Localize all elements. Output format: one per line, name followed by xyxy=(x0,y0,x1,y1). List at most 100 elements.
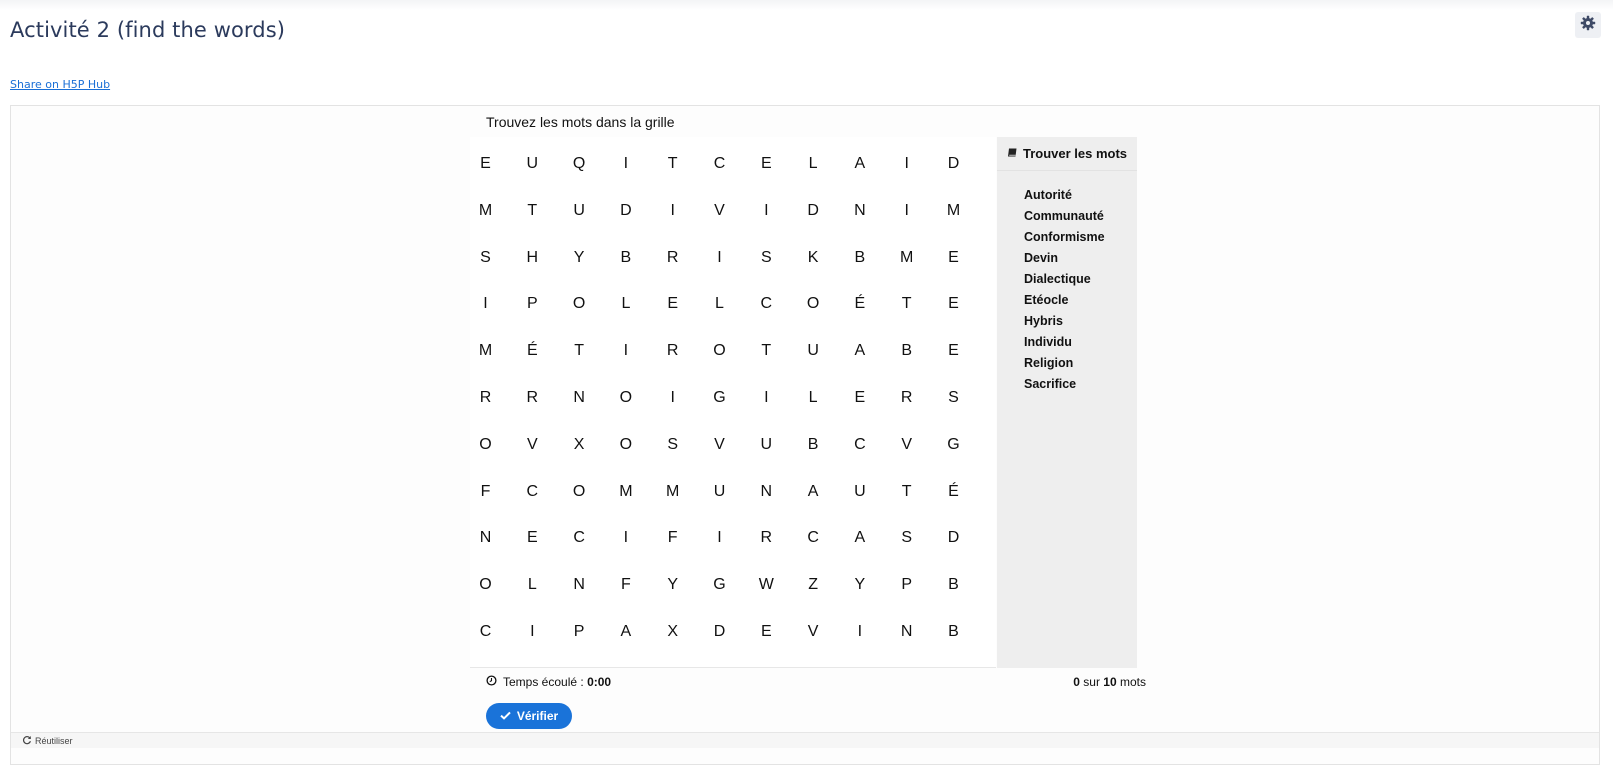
reuse-button[interactable]: Réutiliser xyxy=(22,735,73,747)
grid-cell[interactable]: R xyxy=(746,523,786,553)
grid-cell[interactable]: I xyxy=(606,336,646,366)
grid-cell[interactable]: M xyxy=(653,477,693,507)
grid-cell[interactable]: B xyxy=(934,617,974,647)
grid-cell[interactable]: A xyxy=(840,336,880,366)
grid-cell[interactable]: Z xyxy=(793,570,833,600)
grid-cell[interactable]: I xyxy=(887,149,927,179)
grid-cell[interactable]: O xyxy=(606,430,646,460)
grid-cell[interactable]: Y xyxy=(840,570,880,600)
grid-cell[interactable]: I xyxy=(887,196,927,226)
grid-cell[interactable]: A xyxy=(840,523,880,553)
grid-cell[interactable]: F xyxy=(606,570,646,600)
grid-cell[interactable]: O xyxy=(559,289,599,319)
grid-cell[interactable]: V xyxy=(700,196,740,226)
grid-cell[interactable]: P xyxy=(887,570,927,600)
grid-cell[interactable]: V xyxy=(512,430,552,460)
grid-cell[interactable]: P xyxy=(559,617,599,647)
grid-cell[interactable]: Q xyxy=(559,149,599,179)
share-on-h5p-hub-link[interactable]: Share on H5P Hub xyxy=(10,78,110,91)
grid-cell[interactable]: N xyxy=(840,196,880,226)
grid-cell[interactable]: É xyxy=(934,477,974,507)
grid-cell[interactable]: O xyxy=(700,336,740,366)
grid-cell[interactable]: T xyxy=(512,196,552,226)
grid-cell[interactable]: S xyxy=(746,243,786,273)
check-button[interactable]: Vérifier xyxy=(486,703,572,729)
grid-cell[interactable]: X xyxy=(653,617,693,647)
grid-cell[interactable]: G xyxy=(700,570,740,600)
grid-cell[interactable]: C xyxy=(793,523,833,553)
grid-cell[interactable]: É xyxy=(512,336,552,366)
grid-cell[interactable]: R xyxy=(512,383,552,413)
grid-cell[interactable]: M xyxy=(934,196,974,226)
grid-cell[interactable]: O xyxy=(466,570,506,600)
grid-cell[interactable]: V xyxy=(793,617,833,647)
grid-cell[interactable]: I xyxy=(466,289,506,319)
grid-cell[interactable]: I xyxy=(512,617,552,647)
grid-cell[interactable]: V xyxy=(700,430,740,460)
grid-cell[interactable]: O xyxy=(559,477,599,507)
grid-cell[interactable]: D xyxy=(606,196,646,226)
grid-cell[interactable]: E xyxy=(512,523,552,553)
grid-cell[interactable]: É xyxy=(840,289,880,319)
grid-cell[interactable]: C xyxy=(700,149,740,179)
grid-cell[interactable]: B xyxy=(934,570,974,600)
grid-cell[interactable]: B xyxy=(840,243,880,273)
grid-cell[interactable]: M xyxy=(466,196,506,226)
grid-cell[interactable]: M xyxy=(606,477,646,507)
grid-cell[interactable]: A xyxy=(606,617,646,647)
grid-cell[interactable]: R xyxy=(653,336,693,366)
grid-cell[interactable]: C xyxy=(840,430,880,460)
grid-cell[interactable]: G xyxy=(700,383,740,413)
grid-cell[interactable]: R xyxy=(466,383,506,413)
grid-cell[interactable]: P xyxy=(512,289,552,319)
grid-cell[interactable]: H xyxy=(512,243,552,273)
grid-cell[interactable]: C xyxy=(559,523,599,553)
grid-cell[interactable]: I xyxy=(606,149,646,179)
grid-cell[interactable]: O xyxy=(606,383,646,413)
grid-cell[interactable]: S xyxy=(466,243,506,273)
grid-cell[interactable]: C xyxy=(512,477,552,507)
grid-cell[interactable]: T xyxy=(746,336,786,366)
grid-cell[interactable]: U xyxy=(559,196,599,226)
grid-cell[interactable]: A xyxy=(793,477,833,507)
grid-cell[interactable]: B xyxy=(793,430,833,460)
grid-cell[interactable]: X xyxy=(559,430,599,460)
grid-cell[interactable]: E xyxy=(934,243,974,273)
grid-cell[interactable]: U xyxy=(840,477,880,507)
grid-cell[interactable]: I xyxy=(653,196,693,226)
grid-cell[interactable]: Y xyxy=(559,243,599,273)
grid-cell[interactable]: D xyxy=(934,523,974,553)
grid-cell[interactable]: I xyxy=(653,383,693,413)
grid-cell[interactable]: I xyxy=(840,617,880,647)
grid-cell[interactable]: O xyxy=(466,430,506,460)
grid-cell[interactable]: E xyxy=(934,289,974,319)
grid-cell[interactable]: I xyxy=(700,243,740,273)
grid-cell[interactable]: E xyxy=(840,383,880,413)
grid-cell[interactable]: E xyxy=(746,149,786,179)
grid-cell[interactable]: W xyxy=(746,570,786,600)
grid-cell[interactable]: V xyxy=(887,430,927,460)
grid-cell[interactable]: L xyxy=(793,383,833,413)
grid-cell[interactable]: U xyxy=(746,430,786,460)
grid-cell[interactable]: C xyxy=(746,289,786,319)
grid-cell[interactable]: T xyxy=(887,477,927,507)
grid-cell[interactable]: F xyxy=(466,477,506,507)
grid-cell[interactable]: N xyxy=(559,383,599,413)
grid-cell[interactable]: D xyxy=(934,149,974,179)
grid-cell[interactable]: L xyxy=(512,570,552,600)
grid-cell[interactable]: I xyxy=(606,523,646,553)
grid-cell[interactable]: D xyxy=(700,617,740,647)
grid-cell[interactable]: M xyxy=(466,336,506,366)
grid-cell[interactable]: E xyxy=(934,336,974,366)
grid-cell[interactable]: S xyxy=(887,523,927,553)
grid-cell[interactable]: N xyxy=(746,477,786,507)
grid-cell[interactable]: U xyxy=(512,149,552,179)
grid-cell[interactable]: E xyxy=(746,617,786,647)
grid-cell[interactable]: T xyxy=(887,289,927,319)
grid-cell[interactable]: L xyxy=(606,289,646,319)
grid-cell[interactable]: M xyxy=(887,243,927,273)
grid-cell[interactable]: U xyxy=(700,477,740,507)
grid-cell[interactable]: Y xyxy=(653,570,693,600)
grid-cell[interactable]: I xyxy=(700,523,740,553)
grid-cell[interactable]: S xyxy=(653,430,693,460)
